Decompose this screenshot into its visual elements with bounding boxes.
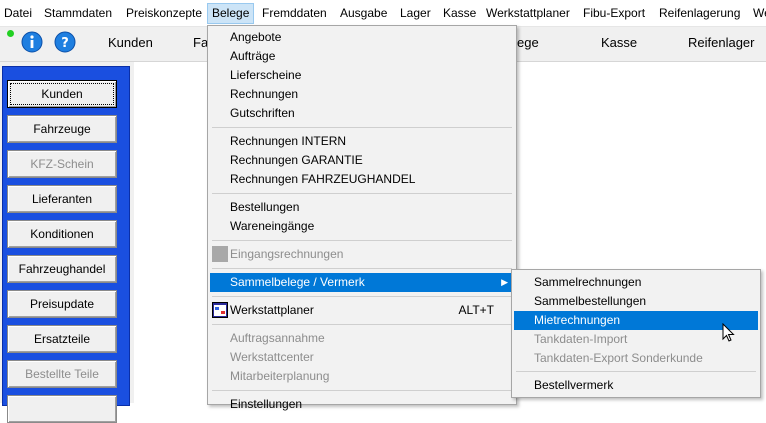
submenu-item-bestellvermerk[interactable]: Bestellvermerk <box>514 376 758 395</box>
sidebar-btn-fahrzeughandel[interactable]: Fahrzeughandel <box>7 255 117 283</box>
menu-fremddaten[interactable]: Fremddaten <box>262 0 327 26</box>
menu-item-label: Eingangsrechnungen <box>230 247 344 261</box>
menu-item-rechnungen-intern[interactable]: Rechnungen INTERN <box>210 132 514 151</box>
menu-belege[interactable]: Belege <box>207 3 255 24</box>
menu-separator <box>212 390 512 391</box>
sidebar-btn-lieferanten[interactable]: Lieferanten <box>7 185 117 213</box>
menu-item-werkstattplaner[interactable]: Werkstattplaner ALT+T <box>210 301 514 320</box>
menu-separator <box>212 268 512 269</box>
menu-item-lieferscheine[interactable]: Lieferscheine <box>210 66 514 85</box>
menu-more[interactable]: We <box>753 0 766 26</box>
toolbar-belege[interactable]: ege <box>517 27 539 61</box>
menu-item-angebote[interactable]: Angebote <box>210 28 514 47</box>
shortcut-label: ALT+T <box>458 303 494 317</box>
status-dot-icon <box>7 30 14 37</box>
menu-item-mitarbeiterplanung[interactable]: Mitarbeiterplanung <box>210 367 514 386</box>
sidebar-btn-konditionen[interactable]: Konditionen <box>7 220 117 248</box>
menu-separator <box>212 193 512 194</box>
menu-item-einstellungen[interactable]: Einstellungen <box>210 395 514 414</box>
menu-item-rechnungen[interactable]: Rechnungen <box>210 85 514 104</box>
menu-separator <box>516 371 756 372</box>
menu-item-label: Werkstattplaner <box>230 303 314 317</box>
submenu-item-sammelrechnungen[interactable]: Sammelrechnungen <box>514 273 758 292</box>
toolbar-kasse[interactable]: Kasse <box>601 27 637 61</box>
menu-lager[interactable]: Lager <box>400 0 431 26</box>
svg-text:?: ? <box>61 36 69 51</box>
menu-item-bestellungen[interactable]: Bestellungen <box>210 198 514 217</box>
menu-reifenlagerung[interactable]: Reifenlagerung <box>659 0 740 26</box>
menu-fibu-export[interactable]: Fibu-Export <box>583 0 645 26</box>
menu-datei[interactable]: Datei <box>4 0 32 26</box>
menu-item-wareneingaenge[interactable]: Wareneingänge <box>210 217 514 236</box>
mouse-cursor-icon <box>722 323 735 342</box>
menu-item-rechnungen-fahrzeughandel[interactable]: Rechnungen FAHRZEUGHANDEL <box>210 170 514 189</box>
sidebar: Kunden Fahrzeuge KFZ-Schein Lieferanten … <box>2 66 130 423</box>
sidebar-btn-next[interactable] <box>7 395 117 423</box>
sidebar-btn-kunden[interactable]: Kunden <box>7 80 117 108</box>
belege-dropdown: Angebote Aufträge Lieferscheine Rechnung… <box>207 25 517 411</box>
sidebar-btn-bestellte-teile[interactable]: Bestellte Teile <box>7 360 117 388</box>
sidebar-btn-fahrzeuge[interactable]: Fahrzeuge <box>7 115 117 143</box>
submenu-arrow-icon: ▶ <box>501 277 508 287</box>
toolbar-kunden[interactable]: Kunden <box>108 27 153 61</box>
menu-separator <box>212 240 512 241</box>
menu-item-label: Sammelbelege / Vermerk <box>230 275 365 289</box>
sidebar-btn-kfz-schein[interactable]: KFZ-Schein <box>7 150 117 178</box>
menu-item-rechnungen-garantie[interactable]: Rechnungen GARANTIE <box>210 151 514 170</box>
submenu-item-sammelbestellungen[interactable]: Sammelbestellungen <box>514 292 758 311</box>
calendar-icon <box>212 302 228 318</box>
menu-stammdaten[interactable]: Stammdaten <box>44 0 112 26</box>
menu-werkstattplaner[interactable]: Werkstattplaner <box>486 0 570 26</box>
sidebar-btn-ersatzteile[interactable]: Ersatzteile <box>7 325 117 353</box>
menu-separator <box>212 296 512 297</box>
menu-item-gutschriften[interactable]: Gutschriften <box>210 104 514 123</box>
sidebar-btn-preisupdate[interactable]: Preisupdate <box>7 290 117 318</box>
info-icon[interactable] <box>21 31 43 53</box>
document-icon <box>212 246 228 262</box>
menu-item-sammelbelege[interactable]: Sammelbelege / Vermerk ▶ <box>210 273 514 292</box>
menu-item-auftraege[interactable]: Aufträge <box>210 47 514 66</box>
toolbar-fahrzeuge[interactable]: Fa <box>193 27 208 61</box>
toolbar-reifenlager[interactable]: Reifenlager <box>688 27 755 61</box>
menu-preiskonzepte[interactable]: Preiskonzepte <box>126 0 202 26</box>
menu-kasse[interactable]: Kasse <box>443 0 476 26</box>
menu-item-eingangsrechnungen[interactable]: Eingangsrechnungen <box>210 245 514 264</box>
menu-separator <box>212 324 512 325</box>
help-icon[interactable]: ? <box>54 31 76 53</box>
menu-item-auftragsannahme[interactable]: Auftragsannahme <box>210 329 514 348</box>
menu-ausgabe[interactable]: Ausgabe <box>340 0 387 26</box>
menu-separator <box>212 127 512 128</box>
menu-item-werkstattcenter[interactable]: Werkstattcenter <box>210 348 514 367</box>
menubar: Datei Stammdaten Preiskonzepte Belege Fr… <box>0 0 766 27</box>
submenu-item-tankdaten-export[interactable]: Tankdaten-Export Sonderkunde <box>514 349 758 368</box>
